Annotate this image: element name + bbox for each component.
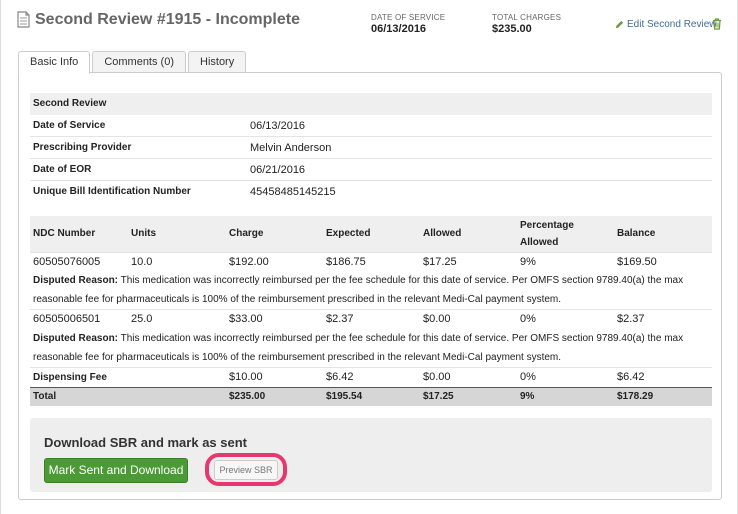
pencil-icon (615, 20, 624, 29)
page-title: Second Review #1915 - Incomplete (35, 11, 300, 28)
disputed-reason-row: Disputed Reason: This medication was inc… (30, 329, 712, 368)
column-header: Percentage Allowed (517, 216, 614, 252)
disputed-reason-text: This medication was incorrectly reimburs… (33, 275, 684, 305)
expected-cell: $2.37 (323, 309, 420, 329)
balance-cell: $178.29 (614, 386, 712, 406)
info-row-value: 06/13/2016 (250, 120, 306, 132)
charge-cell: $10.00 (226, 366, 323, 387)
table-row: 60505006501 25.0 $33.00 $2.37 $0.00 0% $… (30, 309, 712, 329)
mark-sent-download-button[interactable]: Mark Sent and Download (44, 458, 188, 483)
total-charges-value: $235.00 (492, 23, 532, 35)
info-section-title: Second Review (33, 98, 107, 109)
percentage-cell: 0% (517, 309, 614, 329)
edit-second-review-link[interactable]: Edit Second Review (615, 19, 717, 30)
disputed-reason: Disputed Reason: This medication was inc… (30, 329, 712, 368)
tab-bar: Basic Info Comments (0) History (18, 51, 248, 74)
info-section-header: Second Review (30, 93, 712, 115)
date-of-service-value: 06/13/2016 (371, 23, 427, 35)
second-review-card: Second Review #1915 - Incomplete DATE OF… (0, 0, 738, 514)
date-of-service-meta: DATE OF SERVICE 06/13/2016 (371, 13, 445, 35)
total-charges-meta: TOTAL CHARGES $235.00 (492, 13, 561, 35)
preview-sbr-button[interactable]: Preview SBR (214, 460, 278, 480)
units-cell: 10.0 (128, 251, 226, 271)
info-row-label: Date of Service (33, 120, 106, 131)
dispensing-fee-label: Dispensing Fee (30, 366, 226, 387)
column-header: Balance (614, 216, 712, 252)
dispensing-fee-row: Dispensing Fee $10.00 $6.42 $0.00 0% $6.… (30, 366, 712, 387)
review-header: Second Review #1915 - Incomplete DATE OF… (15, 10, 727, 40)
balance-cell: $2.37 (614, 309, 712, 329)
total-label: Total (30, 386, 226, 406)
disputed-reason-label: Disputed Reason: (33, 275, 119, 286)
percentage-cell: 0% (517, 366, 614, 387)
table-row: 60505076005 10.0 $192.00 $186.75 $17.25 … (30, 251, 712, 271)
tab-comments[interactable]: Comments (0) (92, 51, 186, 73)
allowed-cell: $17.25 (420, 386, 517, 406)
info-row-label: Unique Bill Identification Number (33, 186, 191, 197)
total-row: Total $235.00 $195.54 $17.25 9% $178.29 (30, 386, 712, 406)
ndc-cell: 60505076005 (30, 251, 128, 271)
column-header: NDC Number (30, 216, 128, 252)
info-row: Date of Service 06/13/2016 (30, 115, 712, 137)
allowed-cell: $0.00 (420, 309, 517, 329)
basic-info-panel: Second Review Date of Service 06/13/2016… (18, 72, 722, 500)
tab-basic-info[interactable]: Basic Info (18, 51, 91, 74)
disputed-reason: Disputed Reason: This medication was inc… (30, 271, 712, 310)
document-icon (17, 11, 30, 28)
percentage-cell: 9% (517, 386, 614, 406)
review-info-table: Second Review Date of Service 06/13/2016… (30, 93, 712, 203)
charge-cell: $235.00 (226, 386, 323, 406)
info-row: Date of EOR 06/21/2016 (30, 159, 712, 181)
column-header: Allowed (420, 216, 517, 252)
balance-cell: $6.42 (614, 366, 712, 387)
total-charges-label: TOTAL CHARGES (492, 13, 562, 22)
info-row-value: 06/21/2016 (250, 164, 306, 176)
percentage-cell: 9% (517, 251, 614, 271)
tab-history[interactable]: History (188, 51, 247, 73)
expected-cell: $186.75 (323, 251, 420, 271)
balance-cell: $169.50 (614, 251, 712, 271)
charge-cell: $33.00 (226, 309, 323, 329)
trash-icon[interactable] (712, 18, 722, 30)
info-row: Unique Bill Identification Number 454584… (30, 181, 712, 203)
units-cell: 25.0 (128, 309, 226, 329)
info-row: Prescribing Provider Melvin Anderson (30, 137, 712, 159)
edit-second-review-label: Edit Second Review (627, 19, 717, 30)
sbr-title: Download SBR and mark as sent (44, 435, 247, 450)
disputed-reason-label: Disputed Reason: (33, 332, 119, 344)
column-header: Units (128, 216, 226, 252)
column-header: Charge (226, 216, 323, 252)
charge-cell: $192.00 (226, 251, 323, 271)
allowed-cell: $17.25 (420, 251, 517, 271)
ndc-cell: 60505006501 (30, 309, 128, 329)
date-of-service-label: DATE OF SERVICE (371, 13, 446, 22)
table-header-row: NDC Number Units Charge Expected Allowed… (30, 216, 712, 252)
expected-cell: $6.42 (323, 366, 420, 387)
preview-highlight: Preview SBR (205, 453, 287, 486)
allowed-cell: $0.00 (420, 366, 517, 387)
info-row-value: Melvin Anderson (250, 142, 332, 154)
info-row-label: Date of EOR (33, 164, 92, 175)
disputed-reason-text: This medication was incorrectly reimburs… (33, 332, 684, 363)
info-row-value: 45458485145215 (250, 186, 336, 198)
line-items-table: NDC Number Units Charge Expected Allowed… (30, 216, 712, 406)
disputed-reason-row: Disputed Reason: This medication was inc… (30, 271, 712, 310)
sbr-download-box: Download SBR and mark as sent Mark Sent … (30, 418, 712, 492)
expected-cell: $195.54 (323, 386, 420, 406)
column-header: Expected (323, 216, 420, 252)
info-row-label: Prescribing Provider (33, 142, 132, 153)
